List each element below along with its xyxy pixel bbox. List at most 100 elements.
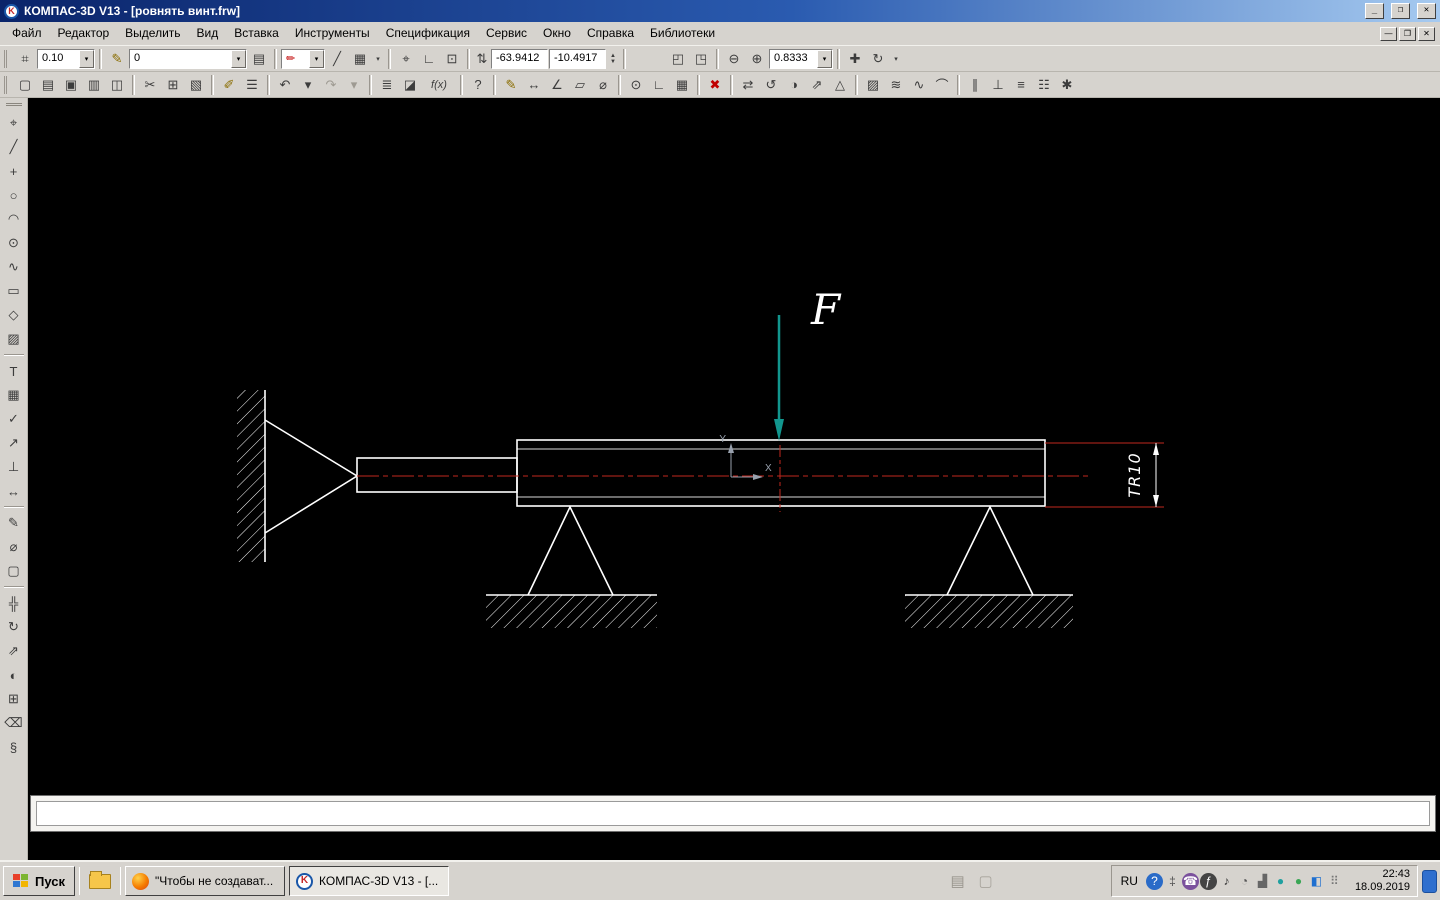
measure-tool-icon[interactable]: ⌀ (2, 535, 26, 559)
cursor-step-combo[interactable]: 0.10 ▾ (37, 48, 95, 69)
current-layer-icon[interactable]: ✎ (106, 48, 128, 70)
quick-launch-folder-icon[interactable] (89, 870, 111, 889)
restore-button[interactable]: ❐ (1391, 3, 1410, 19)
snap-toggle-icon[interactable]: ⊡ (441, 48, 463, 70)
coordinate-y-field[interactable]: -10.4917 (549, 48, 606, 69)
document-manager-icon[interactable]: ◪ (399, 74, 421, 96)
diameter-icon[interactable]: ⌀ (592, 74, 614, 96)
measure-length-icon[interactable]: ↔ (523, 74, 545, 96)
parallel-icon[interactable]: ∥ (964, 74, 986, 96)
tray-apps-icon[interactable]: ⠿ (1326, 873, 1343, 890)
grid-toggle-icon[interactable]: ▦ (349, 48, 371, 70)
area-icon[interactable]: ▱ (569, 74, 591, 96)
mdi-minimize-button[interactable]: — (1380, 26, 1397, 41)
rotate-object-icon[interactable]: ↺ (760, 74, 782, 96)
macros-tool-icon[interactable]: § (2, 735, 26, 759)
minimize-button[interactable]: _ (1365, 3, 1384, 19)
rectangle-tool-icon[interactable]: ▭ (2, 279, 26, 303)
dimension-tool-icon[interactable]: ↔ (2, 479, 26, 503)
tray-help-icon[interactable]: ? (1145, 872, 1163, 890)
taskbar-clock[interactable]: 22:43 18.09.2019 (1349, 868, 1410, 894)
save-icon[interactable]: ▣ (60, 74, 82, 96)
roughness-tool-icon[interactable]: ✓ (2, 407, 26, 431)
datum-tool-icon[interactable]: ⊥ (2, 455, 26, 479)
context-help-icon[interactable]: ? (467, 74, 489, 96)
polygon-tool-icon[interactable]: ◇ (2, 303, 26, 327)
scale-tool-icon[interactable]: ⇗ (2, 639, 26, 663)
modify-tool-icon[interactable]: ✎ (2, 511, 26, 535)
menu-select[interactable]: Выделить (117, 22, 188, 45)
copy-tool-icon[interactable]: ⊞ (2, 687, 26, 711)
ortho-mode-icon[interactable]: ∟ (418, 48, 440, 70)
layers-icon[interactable]: ☷ (1033, 74, 1055, 96)
taskbar-doc-icon[interactable]: ▤ (947, 870, 969, 892)
angle-snap-icon[interactable]: ╱ (326, 48, 348, 70)
leader-tool-icon[interactable]: ↗ (2, 431, 26, 455)
print-icon[interactable]: ▥ (83, 74, 105, 96)
chevron-down-icon[interactable]: ▾ (79, 49, 94, 68)
calculator-icon[interactable]: ≣ (376, 74, 398, 96)
redo-dropdown-icon[interactable]: ▾ (343, 74, 365, 96)
measure-angle-icon[interactable]: ∠ (546, 74, 568, 96)
deform-object-icon[interactable]: △ (829, 74, 851, 96)
copy-properties-icon[interactable]: ✐ (218, 74, 240, 96)
point-tool-icon[interactable]: + (2, 159, 26, 183)
mdi-close-button[interactable]: ✕ (1418, 26, 1435, 41)
toolbar-grip[interactable] (4, 75, 9, 94)
sketch-pencil-icon[interactable]: ✎ (500, 74, 522, 96)
tray-antivirus-icon[interactable]: ● (1290, 873, 1307, 890)
menu-window[interactable]: Окно (535, 22, 579, 45)
spline-tool-icon[interactable]: ∿ (2, 255, 26, 279)
taskbar-page-icon[interactable]: ▢ (975, 870, 997, 892)
toolbar-grip[interactable] (4, 49, 9, 68)
coordinate-x-field[interactable]: -63.9412 (491, 48, 548, 69)
chevron-down-icon[interactable]: ▾ (231, 49, 246, 68)
mirror-object-icon[interactable]: ◑ (783, 74, 805, 96)
rotate-tool-icon[interactable]: ↻ (2, 615, 26, 639)
hatch-region-icon[interactable]: ▨ (2, 327, 26, 351)
tray-updates-icon[interactable]: ‡ (1164, 873, 1181, 890)
zoom-in-icon[interactable]: ⊕ (746, 48, 768, 70)
menu-insert[interactable]: Вставка (226, 22, 287, 45)
circle-tool-icon[interactable]: ○ (2, 183, 26, 207)
tray-switcher-icon[interactable]: ƒ (1199, 872, 1217, 890)
taskbar-item-kompas[interactable]: K КОМПАС-3D V13 - [... (289, 866, 449, 896)
hatch-tool-icon[interactable]: ▨ (862, 74, 884, 96)
fx-icon[interactable]: f(x) (422, 74, 456, 96)
mirror-tool-icon[interactable]: ◐ (2, 663, 26, 687)
drawing-canvas[interactable]: F Y X TR10 (28, 98, 1440, 860)
undo-icon[interactable]: ↶ (274, 74, 296, 96)
scale-object-icon[interactable]: ⇗ (806, 74, 828, 96)
select-frame-icon[interactable]: ▢ (2, 559, 26, 583)
line-tool-icon[interactable]: ╱ (2, 135, 26, 159)
right-angle-icon[interactable]: ∟ (648, 74, 670, 96)
menu-view[interactable]: Вид (189, 22, 227, 45)
toolbar-grip[interactable] (5, 103, 22, 106)
language-indicator[interactable]: RU (1119, 874, 1140, 888)
align-icon[interactable]: ≡ (1010, 74, 1032, 96)
cursor-step-icon[interactable]: ⌗ (14, 48, 36, 70)
redo-icon[interactable]: ↷ (320, 74, 342, 96)
tray-browser-icon[interactable]: ◧ (1308, 873, 1325, 890)
zoom-level-combo[interactable]: 0.8333 ▾ (769, 48, 833, 69)
tray-cloud-icon[interactable]: ● (1272, 873, 1289, 890)
perpendicular-icon[interactable]: ⊥ (987, 74, 1009, 96)
line-style-combo[interactable]: ✏ ▾ (281, 48, 325, 69)
current-layer-combo[interactable]: 0 ▾ (129, 48, 247, 69)
erase-tool-icon[interactable]: ⌫ (2, 711, 26, 735)
chevron-down-icon[interactable]: ▾ (817, 49, 832, 68)
paste-icon[interactable]: ▧ (185, 74, 207, 96)
zoom-out-icon[interactable]: ⊖ (723, 48, 745, 70)
layers-manager-button[interactable]: ▤ (248, 48, 270, 70)
specification-icon[interactable]: ☰ (241, 74, 263, 96)
new-document-icon[interactable]: ▢ (14, 74, 36, 96)
pan-icon[interactable]: ✚ (844, 48, 866, 70)
refresh-icon[interactable]: ↻ (867, 48, 889, 70)
menu-tools[interactable]: Инструменты (287, 22, 378, 45)
menu-service[interactable]: Сервис (478, 22, 535, 45)
snap-settings-icon[interactable]: ⊙ (625, 74, 647, 96)
delete-object-icon[interactable]: ✖ (704, 74, 726, 96)
mdi-restore-button[interactable]: ❐ (1399, 26, 1416, 41)
taskbar-item-firefox[interactable]: "Чтобы не создават... (125, 866, 285, 896)
move-object-icon[interactable]: ⇄ (737, 74, 759, 96)
